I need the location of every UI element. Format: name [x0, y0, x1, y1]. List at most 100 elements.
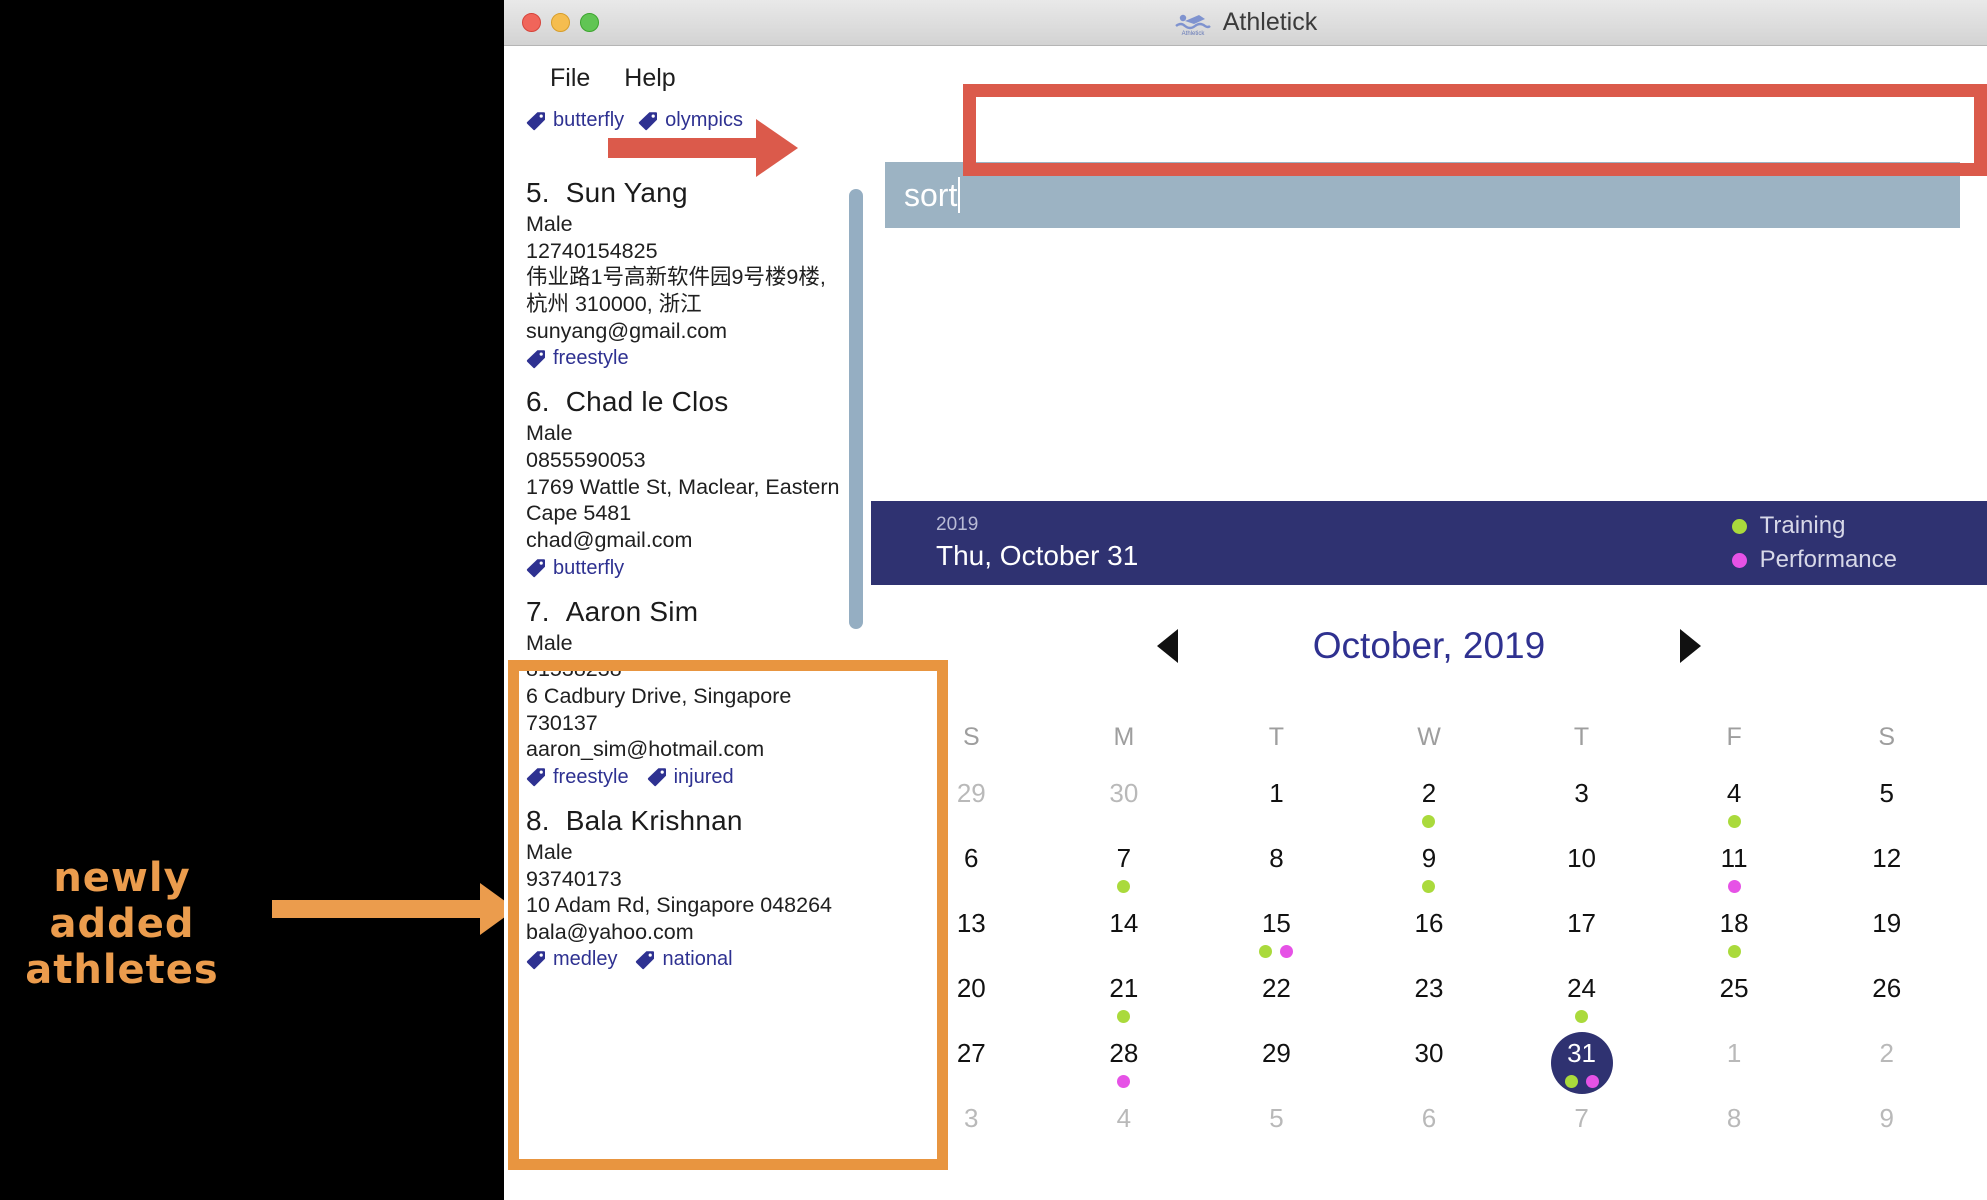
calendar-day-cell[interactable]: 23 — [1353, 973, 1506, 1038]
calendar-day-number: 25 — [1719, 973, 1749, 1003]
tag-label: butterfly — [553, 556, 625, 579]
athlete-tag[interactable]: injured — [647, 766, 734, 789]
calendar-day-header-2: T — [1268, 723, 1285, 751]
calendar-day-events — [1727, 815, 1741, 828]
calendar-day-header-6: S — [1878, 723, 1896, 751]
athlete-tag[interactable]: freestyle — [526, 766, 629, 789]
athlete-tag[interactable]: freestyle — [526, 347, 629, 370]
text-cursor — [958, 177, 961, 213]
calendar-day-cell[interactable]: 22 — [1200, 973, 1353, 1038]
calendar-day-cell[interactable]: 18 — [1658, 908, 1811, 973]
calendar-day-cell[interactable]: 19 — [1810, 908, 1963, 973]
event-dot-training — [1259, 945, 1273, 958]
calendar-grid: S M T W T F S 29 30 1 2 3 4 5 6 7 8 9 10 11 12 13 14 15 16 17 18 19… — [895, 701, 1963, 1168]
tag-icon — [526, 559, 545, 578]
calendar-day-cell[interactable]: 5 — [1200, 1103, 1353, 1168]
calendar-day-cell[interactable]: 31 — [1505, 1032, 1658, 1103]
athlete-address: 1769 Wattle St, Maclear, Eastern — [526, 474, 840, 499]
calendar-day-number: 2 — [1879, 1038, 1894, 1068]
calendar-day-cell[interactable]: 20 — [895, 973, 1048, 1038]
calendar-day-cell[interactable]: 7 — [1505, 1103, 1658, 1168]
calendar-day-cell[interactable]: 16 — [1353, 908, 1506, 973]
calendar-day-number: 18 — [1719, 908, 1749, 938]
calendar-day-number: 4 — [1116, 1103, 1132, 1133]
tag-butterfly[interactable]: butterfly — [526, 109, 624, 132]
calendar-day-cell[interactable]: 30 — [1353, 1038, 1506, 1103]
menu-item-help[interactable]: Help — [612, 62, 687, 95]
calendar-day-cell[interactable]: 8 — [1200, 843, 1353, 908]
chevron-right-icon[interactable] — [1680, 629, 1702, 663]
calendar-day-cell[interactable]: 6 — [1353, 1103, 1506, 1168]
svg-text:Athletick: Athletick — [1181, 31, 1205, 36]
athlete-tag[interactable]: medley — [526, 948, 617, 971]
calendar-day-cell[interactable]: 27 — [895, 1038, 1048, 1103]
calendar-day-cell[interactable]: 3 — [1505, 778, 1658, 843]
calendar-day-cell[interactable]: 15 — [1200, 908, 1353, 973]
calendar-day-cell[interactable]: 14 — [1048, 908, 1201, 973]
athlete-tag[interactable]: national — [635, 948, 733, 971]
menu-item-file[interactable]: File — [538, 62, 602, 95]
athlete-name: 5. Sun Yang — [526, 177, 688, 208]
calendar-day-cell[interactable]: 9 — [1810, 1103, 1963, 1168]
calendar-day-cell[interactable]: 29 — [895, 778, 1048, 843]
command-input[interactable]: sort — [885, 162, 1960, 228]
calendar-day-events — [1727, 880, 1741, 893]
calendar-day-events — [1117, 1075, 1131, 1088]
legend-item-performance: Performance — [1731, 546, 1897, 574]
calendar-day-cell[interactable]: 12 — [1810, 843, 1963, 908]
calendar-day-number: 5 — [1879, 778, 1894, 808]
annotation-arrow-orange — [272, 883, 516, 935]
athlete-list[interactable]: 5. Sun Yang Male 12740154825 伟业路1号高新软件园9号楼9… — [504, 173, 871, 1200]
athlete-gender: Male — [526, 421, 573, 446]
calendar-day-cell[interactable]: 11 — [1658, 843, 1811, 908]
calendar-day-cell[interactable]: 21 — [1048, 973, 1201, 1038]
app-window: Athletick Athletick File Help butterfly — [504, 0, 1987, 1200]
calendar-day-cell[interactable]: 26 — [1810, 973, 1963, 1038]
athlete-card[interactable]: 8. Bala Krishnan Male 93740173 10 Adam Rd, … — [504, 801, 871, 984]
calendar-day-number: 29 — [1261, 1038, 1291, 1068]
athlete-card[interactable]: 5. Sun Yang Male 12740154825 伟业路1号高新软件园9号楼9… — [504, 173, 871, 382]
athlete-phone: 93740173 — [526, 866, 622, 891]
calendar-day-cell[interactable]: 4 — [1658, 778, 1811, 843]
athlete-card[interactable]: 6. Chad le Clos Male 0855590053 1769 Wattle… — [504, 382, 871, 591]
calendar-day-cell[interactable]: 9 — [1353, 843, 1506, 908]
athlete-email: aaron_sim@hotmail.com — [526, 737, 765, 762]
calendar-day-number: 7 — [1116, 843, 1132, 873]
calendar-day-number: 28 — [1109, 1038, 1139, 1068]
calendar-day-cell[interactable]: 1 — [1200, 778, 1353, 843]
scrollbar-track[interactable] — [849, 189, 863, 1200]
calendar-day-cell[interactable]: 3 — [895, 1103, 1048, 1168]
calendar-day-number: 24 — [1567, 973, 1597, 1003]
tag-label: injured — [673, 765, 734, 788]
calendar-day-cell[interactable]: 4 — [1048, 1103, 1201, 1168]
tag-olympics[interactable]: olympics — [638, 109, 743, 132]
selected-date-display: 2019 Thu, October 31 — [936, 514, 1138, 572]
calendar-day-cell[interactable]: 24 — [1505, 973, 1658, 1038]
tag-label: olympics — [665, 109, 743, 131]
chevron-left-icon[interactable] — [1156, 629, 1178, 663]
calendar-day-number: 22 — [1261, 973, 1291, 1003]
calendar-day-cell[interactable]: 28 — [1048, 1038, 1201, 1103]
calendar-day-cell[interactable]: 10 — [1505, 843, 1658, 908]
athlete-tag[interactable]: butterfly — [526, 557, 624, 580]
performance-dot-icon — [1731, 552, 1747, 568]
calendar-day-cell[interactable]: 13 — [895, 908, 1048, 973]
calendar-day-number: 1 — [1726, 1038, 1742, 1068]
scrollbar-thumb[interactable] — [849, 189, 863, 629]
calendar-day-cell[interactable]: 8 — [1658, 1103, 1811, 1168]
calendar-day-cell[interactable]: 1 — [1658, 1038, 1811, 1103]
calendar-day-cell[interactable]: 2 — [1353, 778, 1506, 843]
calendar-day-cell[interactable]: 6 — [895, 843, 1048, 908]
calendar-day-cell[interactable]: 2 — [1810, 1038, 1963, 1103]
athlete-card[interactable]: 7. Aaron Sim Male 81538238 6 Cadbury Drive,… — [504, 592, 871, 801]
calendar-day-cell[interactable]: 30 — [1048, 778, 1201, 843]
calendar-day-cell[interactable]: 29 — [1200, 1038, 1353, 1103]
calendar-day-cell[interactable]: 5 — [1810, 778, 1963, 843]
calendar-day-header-3: W — [1417, 723, 1441, 751]
calendar-day-cell[interactable]: 17 — [1505, 908, 1658, 973]
athlete-address-cont: 730137 — [526, 710, 598, 735]
calendar-day-cell[interactable]: 7 — [1048, 843, 1201, 908]
calendar-day-cell[interactable]: 25 — [1658, 973, 1811, 1038]
tag-icon — [526, 349, 545, 368]
calendar-day-number: 5 — [1269, 1103, 1284, 1133]
